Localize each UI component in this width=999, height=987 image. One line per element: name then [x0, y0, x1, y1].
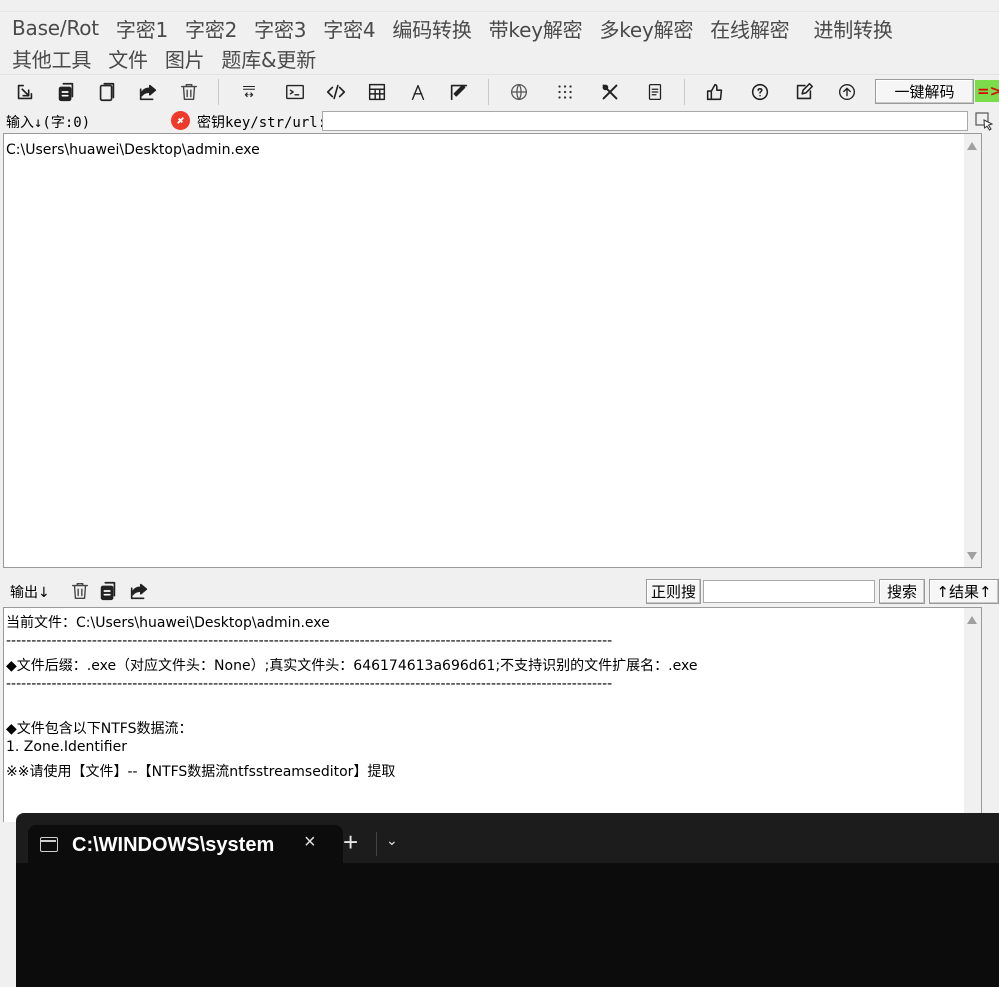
output-line: ◆文件后缀：.exe（对应文件头：None）;真实文件头：646174613a6…	[6, 658, 698, 674]
output-bar: 输出↓ 正则搜 搜索 ↑结果↑	[0, 575, 999, 607]
menu-online-decrypt[interactable]: 在线解密	[710, 14, 789, 43]
menu-zimi-1[interactable]: 字密1	[116, 14, 168, 43]
help-icon[interactable]	[746, 78, 774, 106]
output-divider-line: ----------------------------------------…	[6, 633, 613, 649]
pointer-select-icon[interactable]	[975, 112, 995, 132]
share-icon[interactable]	[134, 78, 162, 106]
result-up-button[interactable]: ↑结果↑	[929, 579, 999, 604]
output-trash-icon[interactable]	[68, 577, 92, 605]
output-copy-icon[interactable]	[96, 577, 120, 605]
menu-encoding-convert[interactable]: 编码转换	[392, 14, 471, 43]
title-strip	[0, 0, 999, 12]
cmd-icon	[40, 837, 58, 852]
regex-search-button[interactable]: 正则搜	[646, 579, 701, 604]
terminal-icon[interactable]	[281, 78, 309, 106]
run-arrow-button[interactable]: =>	[975, 80, 999, 102]
menu-base-rot[interactable]: Base/Rot	[12, 16, 99, 40]
terminal-window[interactable]: C:\WINDOWS\system × + ⌄	[16, 813, 999, 987]
one-key-decode-button[interactable]: 一键解码	[875, 79, 974, 104]
scroll-up-icon[interactable]	[967, 616, 977, 624]
import-icon[interactable]	[11, 78, 39, 106]
edit-icon[interactable]	[790, 78, 818, 106]
grid-icon[interactable]	[551, 78, 579, 106]
chevron-down-icon[interactable]: ⌄	[386, 833, 398, 849]
menu-bar: Base/Rot 字密1 字密2 字密3 字密4 编码转换 带key解密 多ke…	[0, 12, 999, 74]
close-tab-icon[interactable]: ×	[304, 831, 316, 854]
scroll-up-icon[interactable]	[967, 142, 977, 150]
output-line: ◆文件包含以下NTFS数据流：	[6, 721, 193, 737]
search-input[interactable]	[703, 580, 875, 603]
menu-file[interactable]: 文件	[108, 44, 148, 73]
terminal-divider	[376, 832, 377, 856]
key-label: 密钥key/str/url:	[197, 115, 327, 131]
menu-zimi-3[interactable]: 字密3	[254, 14, 306, 43]
output-divider-line: ----------------------------------------…	[6, 676, 613, 692]
input-text: C:\Users\huawei\Desktop\admin.exe	[6, 142, 260, 158]
terminal-tab[interactable]: C:\WINDOWS\system ×	[28, 825, 343, 865]
base-icon[interactable]	[235, 78, 263, 106]
input-label: 输入↓(字:0)	[6, 115, 91, 131]
app-window: Base/Rot 字密1 字密2 字密3 字密4 编码转换 带key解密 多ke…	[0, 0, 999, 987]
paste-icon[interactable]	[93, 78, 121, 106]
output-line: ※※请使用【文件】--【NTFS数据流ntfsstreamseditor】提取	[6, 764, 396, 780]
menu-zimi-4[interactable]: 字密4	[323, 14, 375, 43]
input-scrollbar[interactable]	[964, 134, 981, 567]
input-textarea[interactable]: C:\Users\huawei\Desktop\admin.exe	[3, 133, 982, 568]
globe-icon[interactable]	[505, 78, 533, 106]
menu-base-convert[interactable]: 进制转换	[813, 14, 892, 43]
brush-icon[interactable]	[445, 78, 473, 106]
output-label: 输出↓	[10, 585, 50, 601]
calculator-icon[interactable]	[363, 78, 391, 106]
output-textarea[interactable]: 当前文件：C:\Users\huawei\Desktop\admin.exe -…	[3, 607, 982, 823]
key-badge-icon[interactable]	[171, 111, 190, 130]
menu-zimi-2[interactable]: 字密2	[185, 14, 237, 43]
font-icon[interactable]	[404, 78, 432, 106]
tools-icon[interactable]	[596, 78, 624, 106]
key-bar: 输入↓(字:0) 密钥key/str/url:	[0, 109, 999, 133]
menu-row-1: Base/Rot 字密1 字密2 字密3 字密4 编码转换 带key解密 多ke…	[12, 14, 910, 42]
document-icon[interactable]	[641, 78, 669, 106]
upload-icon[interactable]	[833, 78, 861, 106]
terminal-tab-title: C:\WINDOWS\system	[72, 834, 275, 856]
terminal-body[interactable]	[16, 863, 999, 987]
code-icon[interactable]	[322, 78, 350, 106]
toolbar-divider	[218, 79, 219, 105]
toolbar-divider	[684, 79, 685, 105]
trash-icon[interactable]	[175, 78, 203, 106]
menu-multi-key-decrypt[interactable]: 多key解密	[599, 14, 693, 43]
copy-icon[interactable]	[52, 78, 80, 106]
menu-question-bank-update[interactable]: 题库&更新	[221, 44, 316, 73]
new-tab-icon[interactable]: +	[343, 827, 358, 858]
output-line: 1. Zone.Identifier	[6, 739, 127, 755]
output-scrollbar[interactable]	[964, 608, 981, 823]
menu-key-decrypt[interactable]: 带key解密	[489, 14, 583, 43]
output-line: 当前文件：C:\Users\huawei\Desktop\admin.exe	[6, 615, 330, 631]
search-button[interactable]: 搜索	[879, 579, 925, 604]
scroll-down-icon[interactable]	[967, 552, 977, 560]
menu-image[interactable]: 图片	[165, 44, 205, 73]
menu-row-2: 其他工具 文件 图片 题库&更新	[12, 44, 333, 72]
toolbar: 一键解码	[0, 74, 999, 108]
menu-other-tools[interactable]: 其他工具	[12, 44, 91, 73]
output-share-icon[interactable]	[126, 577, 152, 605]
toolbar-divider	[488, 79, 489, 105]
thumbs-up-icon[interactable]	[701, 78, 729, 106]
key-input[interactable]	[322, 111, 968, 131]
